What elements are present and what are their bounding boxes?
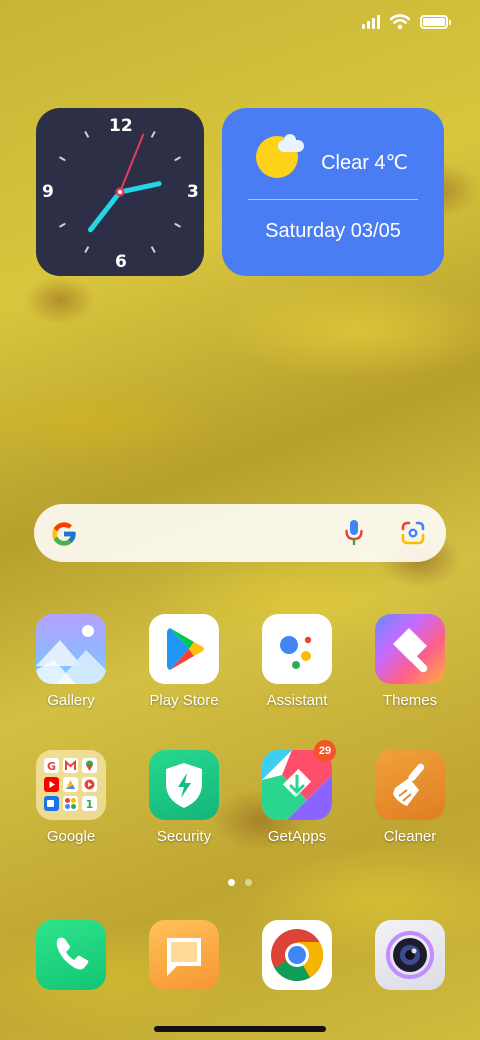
- dock-messages[interactable]: [136, 920, 232, 990]
- app-cleaner[interactable]: Cleaner: [362, 750, 458, 845]
- app-getapps[interactable]: GetApps: [249, 750, 345, 845]
- app-label-security: Security: [156, 828, 212, 845]
- app-label-themes: Themes: [382, 692, 438, 709]
- app-label-cleaner: Cleaner: [383, 828, 437, 845]
- cloud-shape: [278, 134, 304, 152]
- app-label-gallery: Gallery: [47, 692, 95, 709]
- security-icon: [149, 750, 219, 820]
- clock-second-hand: [119, 133, 145, 193]
- phone-icon: [36, 920, 106, 990]
- app-themes[interactable]: Themes: [362, 614, 458, 709]
- notification-badge: 29: [314, 740, 336, 762]
- app-label-play-store: Play Store: [149, 692, 219, 709]
- clock-widget[interactable]: 12 3 6 9: [36, 108, 204, 276]
- gallery-icon: [36, 614, 106, 684]
- messages-icon: [149, 920, 219, 990]
- page-dot[interactable]: [228, 879, 235, 886]
- camera-icon: [375, 920, 445, 990]
- dock-phone[interactable]: [23, 920, 119, 990]
- themes-icon: [375, 614, 445, 684]
- page-dot[interactable]: [245, 879, 252, 886]
- app-assistant[interactable]: Assistant: [249, 614, 345, 709]
- svg-text:1: 1: [86, 798, 94, 811]
- weather-widget[interactable]: Clear 4℃ Saturday 03/05: [222, 108, 444, 276]
- clock-center-dot: [118, 190, 122, 194]
- app-label-getapps: GetApps: [267, 828, 327, 845]
- clock-minute-hand: [87, 189, 123, 233]
- google-g-icon: [52, 522, 76, 546]
- chrome-icon: [262, 920, 332, 990]
- app-gallery[interactable]: Gallery: [23, 614, 119, 709]
- cleaner-icon: [375, 750, 445, 820]
- battery-level: [423, 18, 445, 26]
- app-label-assistant: Assistant: [266, 692, 328, 709]
- microphone-icon[interactable]: [344, 519, 364, 547]
- wifi-icon: [390, 14, 410, 30]
- google-lens-icon[interactable]: [400, 521, 426, 545]
- clock-hour-hand: [117, 181, 162, 195]
- weather-condition: Clear 4℃: [321, 152, 408, 174]
- dock-camera[interactable]: [362, 920, 458, 990]
- app-label-google: Google: [46, 828, 96, 845]
- dock-chrome[interactable]: [249, 920, 345, 990]
- status-bar: [362, 14, 451, 30]
- assistant-icon: [262, 614, 332, 684]
- google-search-bar[interactable]: [34, 504, 446, 562]
- app-play-store[interactable]: Play Store: [136, 614, 232, 709]
- clock-hands: [87, 133, 162, 233]
- svg-text:G: G: [47, 760, 56, 773]
- battery-full-icon: [420, 15, 451, 29]
- weather-divider: [248, 199, 418, 200]
- home-gesture-bar[interactable]: [154, 1026, 326, 1032]
- app-google-folder[interactable]: G 1 Google: [23, 750, 119, 845]
- play-store-icon: [149, 614, 219, 684]
- app-security[interactable]: Security: [136, 750, 232, 845]
- weather-date: Saturday 03/05: [265, 220, 401, 242]
- signal-bars-icon: [362, 15, 380, 29]
- google-folder-icon: G 1: [36, 750, 106, 820]
- page-indicator[interactable]: [228, 879, 252, 886]
